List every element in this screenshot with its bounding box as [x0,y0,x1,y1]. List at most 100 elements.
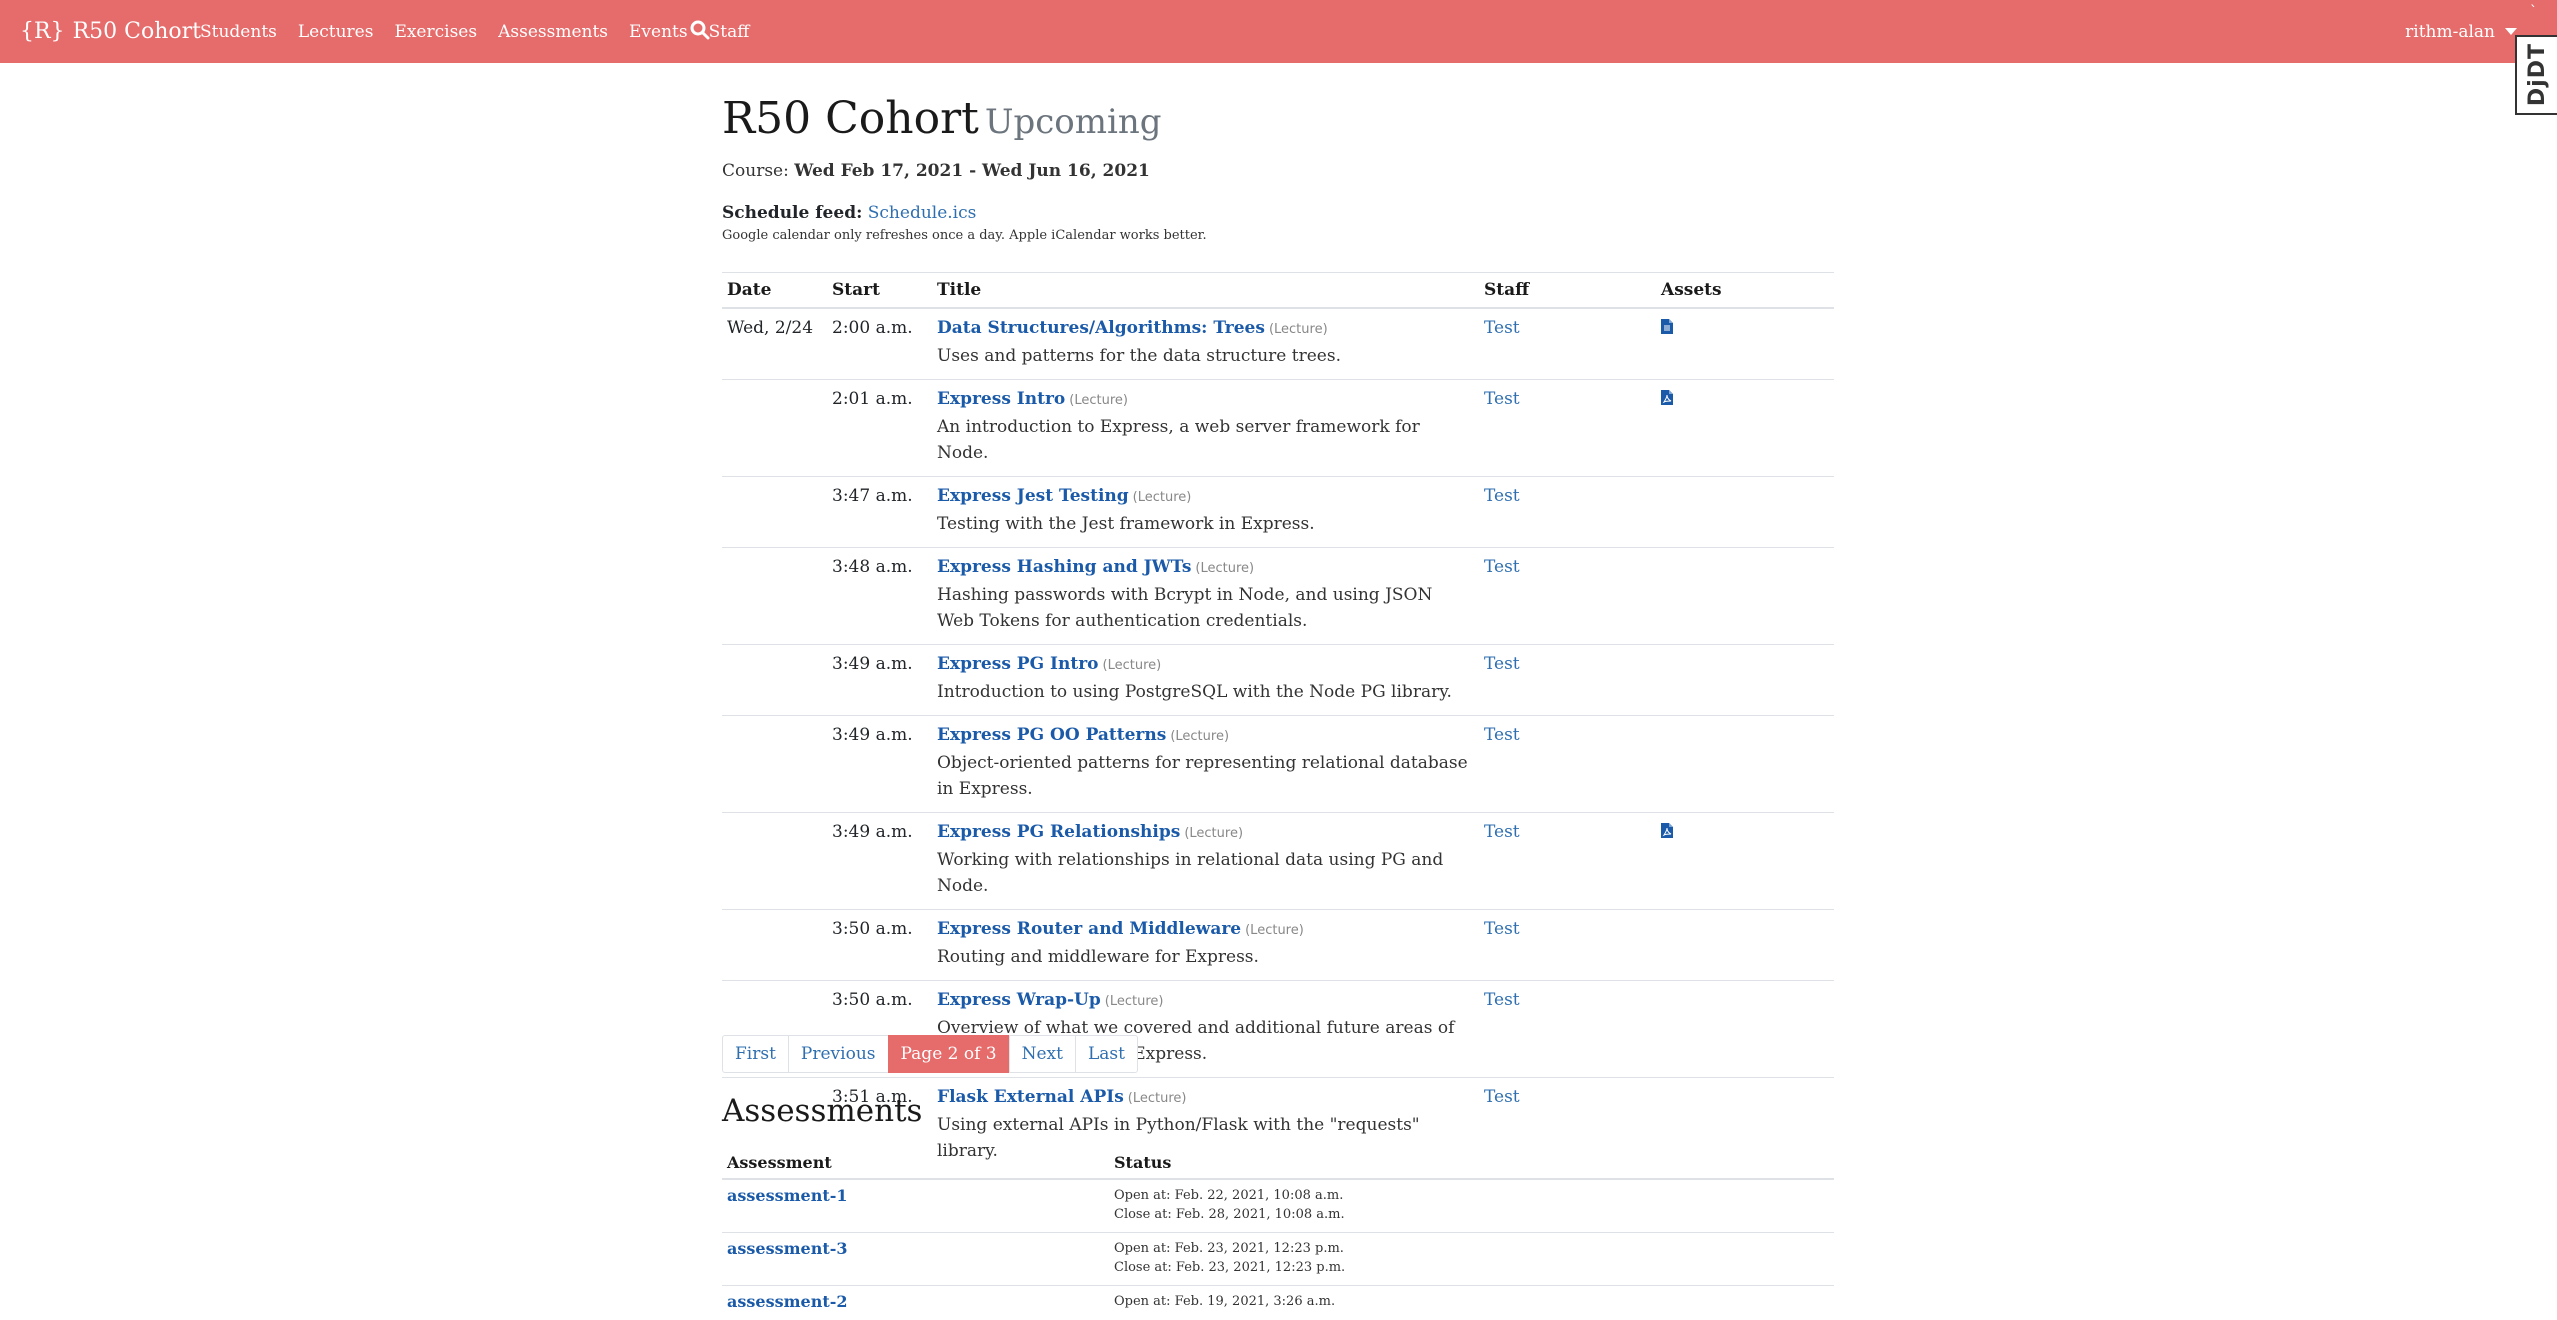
col-status: Status [1109,1146,1834,1179]
user-menu[interactable]: rithm-alan [2405,0,2517,63]
table-row: 3:47 a.m.Express Jest Testing(Lecture)Te… [722,477,1834,548]
nav-students[interactable]: Students [200,22,277,42]
table-row: 3:49 a.m.Express PG Intro(Lecture)Introd… [722,645,1834,716]
lecture-link[interactable]: Express Intro [937,389,1065,409]
navbar: {R} R50 Cohort Students Lectures Exercis… [0,0,2557,63]
search-icon[interactable] [690,20,710,40]
assets-cell [1656,910,1834,981]
col-title: Title [932,273,1479,309]
title-cell: Express Intro(Lecture)An introduction to… [932,380,1479,477]
assessment-link[interactable]: assessment-1 [727,1186,847,1205]
staff-link[interactable]: Test [1484,389,1520,409]
schedule-feed: Schedule feed: Schedule.ics [722,203,976,223]
title-cell: Express PG Relationships(Lecture)Working… [932,813,1479,910]
assets-cell [1656,716,1834,813]
staff-link[interactable]: Test [1484,318,1520,338]
assessments-header-row: Assessment Status [722,1146,1834,1179]
lecture-type-tag: (Lecture) [1245,923,1304,938]
debug-toolbar-close-icon[interactable]: ` [2530,4,2537,20]
date-cell [722,380,827,477]
open-at-text: Open at: Feb. 23, 2021, 12:23 p.m. [1114,1239,1829,1258]
assessment-link[interactable]: assessment-3 [727,1239,847,1258]
open-at-text: Open at: Feb. 22, 2021, 10:08 a.m. [1114,1186,1829,1205]
page-previous-button[interactable]: Previous [788,1035,889,1073]
nav-lectures[interactable]: Lectures [298,22,374,42]
staff-link[interactable]: Test [1484,919,1520,939]
col-start: Start [827,273,932,309]
page-next-button[interactable]: Next [1009,1035,1076,1073]
col-assessment: Assessment [722,1146,1109,1179]
lecture-link[interactable]: Express Hashing and JWTs [937,557,1191,577]
staff-link[interactable]: Test [1484,725,1520,745]
open-at-text: Open at: Feb. 19, 2021, 3:26 a.m. [1114,1292,1829,1311]
assessment-cell: assessment-1 [722,1179,1109,1233]
staff-cell: Test [1479,981,1656,1078]
table-row: 2:01 a.m.Express Intro(Lecture)An introd… [722,380,1834,477]
title-cell: Express PG Intro(Lecture)Introduction to… [932,645,1479,716]
assessment-link[interactable]: assessment-2 [727,1292,847,1311]
pdf-icon[interactable] [1661,390,1673,405]
assets-cell [1656,645,1834,716]
lecture-type-tag: (Lecture) [1128,1091,1187,1106]
staff-link[interactable]: Test [1484,822,1520,842]
page-title-text: R50 Cohort [722,93,979,144]
brand-logo: {R} [20,19,65,44]
staff-link[interactable]: Test [1484,990,1520,1010]
date-cell [722,910,827,981]
staff-cell: Test [1479,477,1656,548]
assets-cell [1656,380,1834,477]
staff-cell: Test [1479,813,1656,910]
course-dates: Course: Wed Feb 17, 2021 - Wed Jun 16, 2… [722,161,1150,181]
staff-link[interactable]: Test [1484,1087,1520,1107]
staff-link[interactable]: Test [1484,486,1520,506]
lecture-link[interactable]: Express Jest Testing [937,486,1129,506]
lecture-link[interactable]: Express Router and Middleware [937,919,1241,939]
lecture-type-tag: (Lecture) [1269,322,1328,337]
assets-cell [1656,813,1834,910]
date-cell: Wed, 2/24 [722,308,827,380]
lecture-link[interactable]: Express Wrap-Up [937,990,1101,1010]
lecture-description: Testing with the Jest framework in Expre… [937,511,1474,537]
lecture-link[interactable]: Flask External APIs [937,1087,1124,1107]
page-title: R50 CohortUpcoming [722,93,1162,144]
nav-exercises[interactable]: Exercises [394,22,477,42]
assets-cell [1656,981,1834,1078]
course-date-range: Wed Feb 17, 2021 - Wed Jun 16, 2021 [794,161,1150,181]
date-cell [722,716,827,813]
title-cell: Express Router and Middleware (Lecture) Ro… [932,910,1479,981]
lecture-link[interactable]: Express PG OO Patterns [937,725,1166,745]
lecture-link[interactable]: Express PG Intro [937,654,1099,674]
assessment-cell: assessment-3 [722,1233,1109,1286]
close-at-text: Close at: Feb. 23, 2021, 12:23 p.m. [1114,1258,1829,1277]
lecture-description: An introduction to Express, a web server… [937,414,1474,466]
staff-link[interactable]: Test [1484,654,1520,674]
page-first-button[interactable]: First [722,1035,789,1073]
pdf-icon[interactable] [1661,823,1673,838]
lecture-description: Introduction to using PostgreSQL with th… [937,679,1474,705]
nav-assessments[interactable]: Assessments [498,22,608,42]
schedule-ics-link[interactable]: Schedule.ics [868,203,977,223]
table-row: 3:48 a.m.Express Hashing and JWTs(Lectur… [722,548,1834,645]
table-row: assessment-1 Open at: Feb. 22, 2021, 10:0… [722,1179,1834,1233]
col-date: Date [722,273,827,309]
staff-link[interactable]: Test [1484,557,1520,577]
chevron-down-icon [2505,28,2517,35]
table-row: 3:49 a.m.Express PG Relationships(Lectur… [722,813,1834,910]
start-cell: 3:49 a.m. [827,813,932,910]
close-at-text: Close at: Feb. 28, 2021, 10:08 a.m. [1114,1205,1829,1224]
start-cell: 3:49 a.m. [827,716,932,813]
file-icon[interactable] [1661,319,1673,334]
schedule-header-row: Date Start Title Staff Assets [722,273,1834,309]
page-subtitle: Upcoming [985,102,1162,142]
status-cell: Open at: Feb. 23, 2021, 12:23 p.m.Close … [1109,1233,1834,1286]
lecture-link[interactable]: Data Structures/Algorithms: Trees [937,318,1265,338]
lecture-description: Routing and middleware for Express. [937,944,1474,970]
page-last-button[interactable]: Last [1075,1035,1138,1073]
nav-links: Students Lectures Exercises Assessments … [200,0,770,63]
brand-link[interactable]: {R} R50 Cohort [20,0,201,63]
nav-events[interactable]: Events [629,22,688,42]
lecture-link[interactable]: Express PG Relationships [937,822,1180,842]
debug-toolbar-handle[interactable]: DjDT [2515,35,2557,115]
nav-staff[interactable]: Staff [709,22,750,42]
feed-label: Schedule feed: [722,203,862,223]
